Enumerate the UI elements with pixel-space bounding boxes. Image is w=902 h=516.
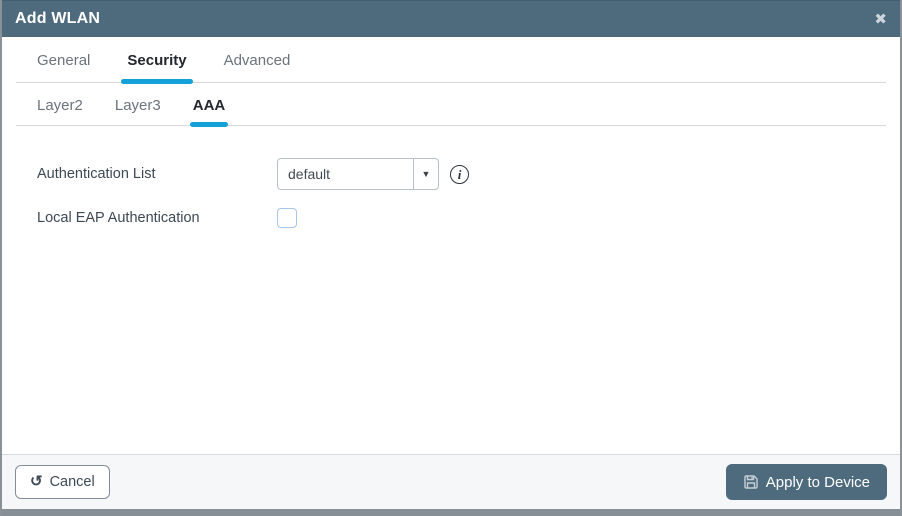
- subtab-layer3[interactable]: Layer3: [115, 97, 161, 125]
- info-icon[interactable]: i: [450, 164, 469, 184]
- cancel-button-label: Cancel: [49, 474, 95, 490]
- main-tabbar: General Security Advanced: [16, 37, 886, 84]
- authentication-list-row: Authentication List default ▼ i: [37, 158, 900, 190]
- dialog-title: Add WLAN: [15, 10, 101, 27]
- authentication-list-dropdown[interactable]: default ▼: [277, 158, 439, 190]
- cancel-button[interactable]: ↺ Cancel: [15, 465, 110, 499]
- save-icon: [743, 474, 759, 490]
- apply-button-label: Apply to Device: [765, 473, 870, 491]
- authentication-list-value: default: [288, 166, 331, 182]
- apply-to-device-button[interactable]: Apply to Device: [725, 464, 887, 500]
- dialog-bottom-edge: [2, 509, 900, 516]
- subtab-aaa[interactable]: AAA: [189, 97, 228, 127]
- dialog-footer: ↺ Cancel Apply to Device: [2, 454, 900, 509]
- tab-advanced[interactable]: Advanced: [224, 52, 291, 82]
- add-wlan-dialog: Add WLAN ✖ General Security Advanced Lay…: [0, 0, 902, 516]
- tab-general[interactable]: General: [37, 52, 90, 82]
- local-eap-checkbox[interactable]: [277, 208, 297, 228]
- authentication-list-label: Authentication List: [37, 166, 156, 182]
- close-icon[interactable]: ✖: [874, 12, 887, 27]
- tab-security[interactable]: Security: [121, 52, 193, 84]
- local-eap-label: Local EAP Authentication: [37, 210, 200, 226]
- dialog-header: Add WLAN ✖: [2, 0, 900, 37]
- undo-icon: ↺: [30, 472, 43, 490]
- security-subtabbar: Layer2 Layer3 AAA: [16, 83, 886, 127]
- subtab-layer2[interactable]: Layer2: [37, 97, 83, 125]
- aaa-form: Authentication List default ▼ i Local EA…: [2, 126, 900, 454]
- chevron-down-icon[interactable]: ▼: [413, 159, 438, 189]
- local-eap-row: Local EAP Authentication: [37, 208, 900, 228]
